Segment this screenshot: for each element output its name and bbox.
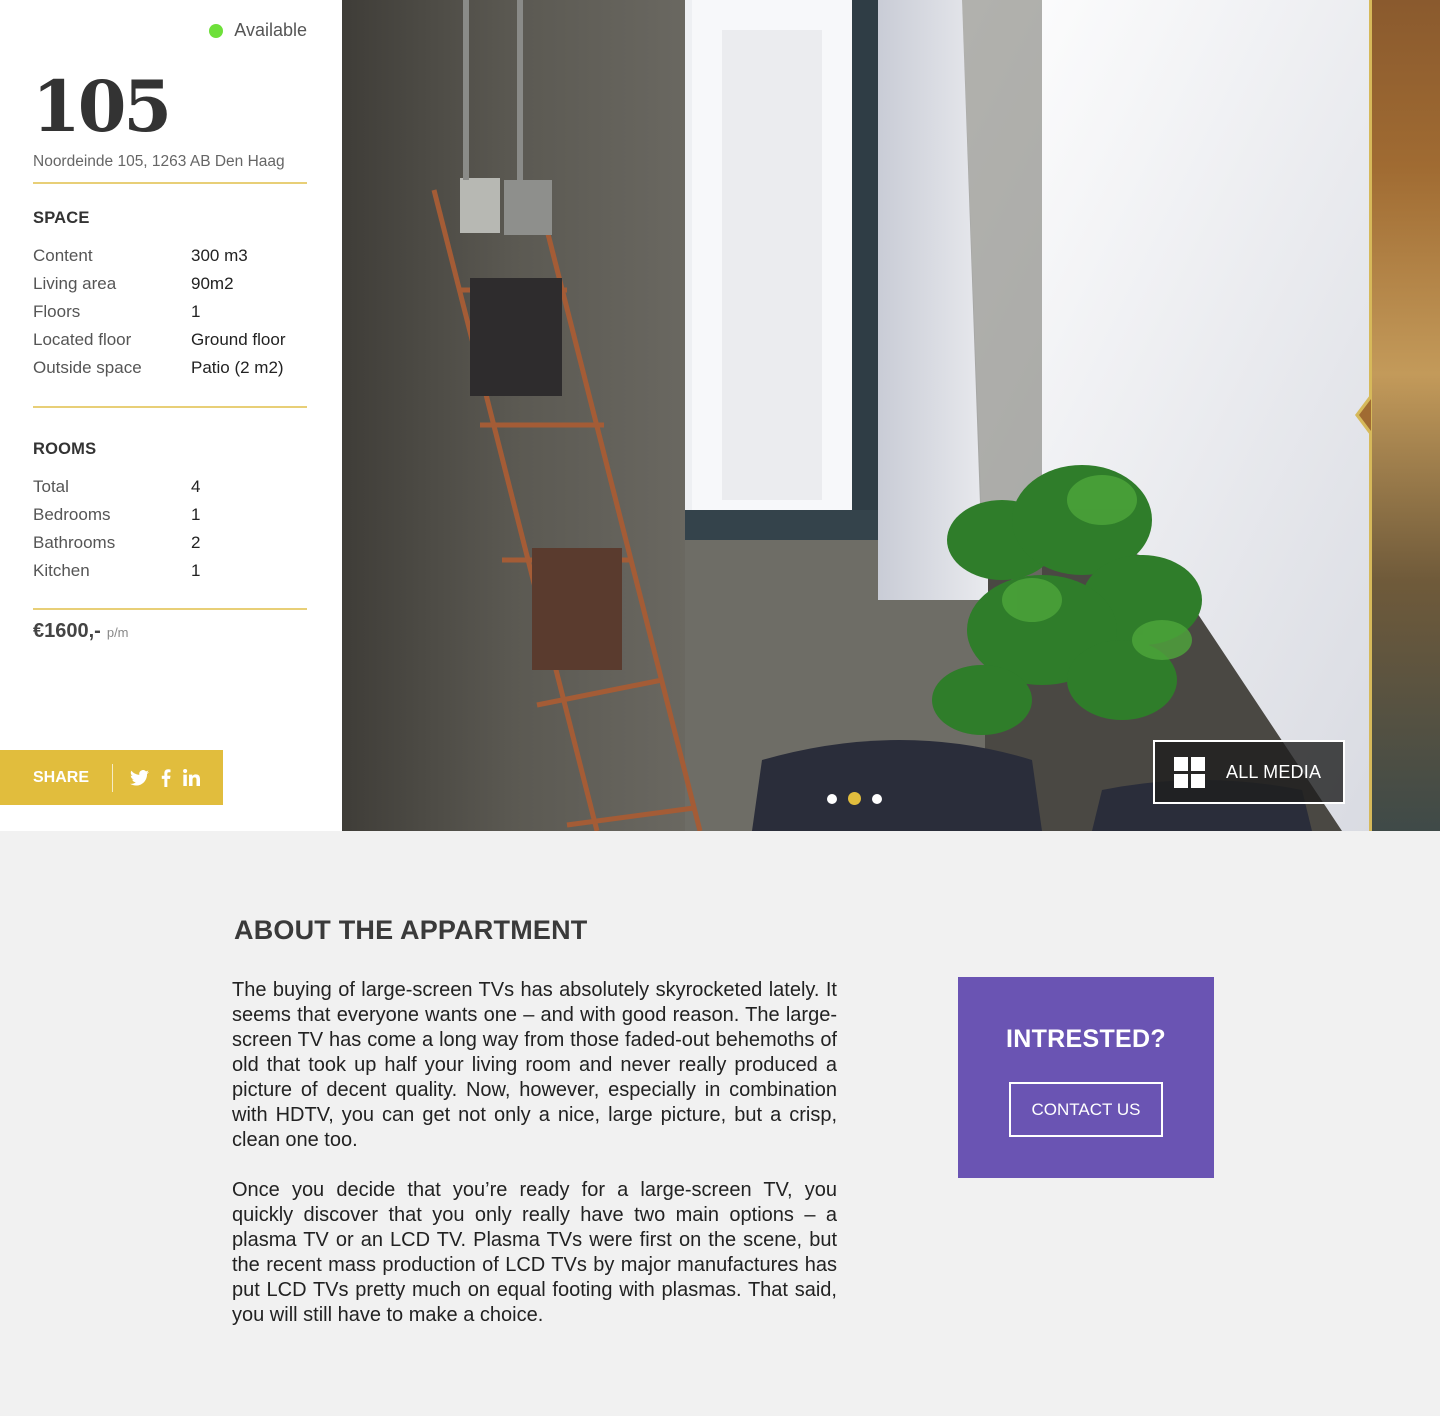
space-row: Floors 1 <box>33 298 307 326</box>
rooms-value: 1 <box>191 505 201 524</box>
rooms-row: Bathrooms 2 <box>33 529 307 557</box>
rooms-label: Kitchen <box>33 561 90 580</box>
space-label: Outside space <box>33 358 142 377</box>
share-icons <box>130 768 200 787</box>
rooms-value: 1 <box>191 561 201 580</box>
price: €1600,- p/m <box>33 620 129 643</box>
chevron-left-icon[interactable] <box>1355 395 1371 435</box>
status-label: Available <box>234 20 307 40</box>
next-image-preview[interactable] <box>1355 0 1440 831</box>
space-label: Floors <box>33 302 81 321</box>
all-media-button[interactable]: ALL MEDIA <box>1153 740 1345 804</box>
cta-title: INTRESTED? <box>1006 1025 1166 1053</box>
rooms-row: Bedrooms 1 <box>33 501 307 529</box>
price-unit: p/m <box>106 625 129 640</box>
space-value: Ground floor <box>191 330 286 349</box>
divider <box>33 406 307 408</box>
space-value: 90m2 <box>191 274 234 293</box>
rooms-value: 2 <box>191 533 201 552</box>
about-paragraph: Once you decide that you’re ready for a … <box>232 1179 837 1326</box>
price-amount: €1600,- <box>33 620 101 642</box>
rooms-label: Bedrooms <box>33 505 111 524</box>
address: Noordeinde 105, 1263 AB Den Haag <box>33 153 285 170</box>
space-label: Content <box>33 246 93 265</box>
listing-header: Available 105 Noordeinde 105, 1263 AB De… <box>0 0 1440 831</box>
about-description: The buying of large-screen TVs has absol… <box>232 978 837 1364</box>
rooms-label: Total <box>33 477 69 496</box>
space-section-title: SPACE <box>33 209 90 227</box>
slide-dot[interactable] <box>827 793 837 804</box>
space-row: Outside space Patio (2 m2) <box>33 354 307 382</box>
rooms-row: Total 4 <box>33 473 307 501</box>
twitter-icon[interactable] <box>130 769 149 786</box>
all-media-label: ALL MEDIA <box>1226 761 1322 782</box>
slide-dot-active[interactable] <box>848 792 861 805</box>
about-title: ABOUT THE APPARTMENT <box>234 915 588 945</box>
status-dot-icon <box>209 23 224 38</box>
space-label: Located floor <box>33 330 132 349</box>
about-paragraph: The buying of large-screen TVs has absol… <box>232 979 837 1151</box>
space-row: Content 300 m3 <box>33 242 307 270</box>
rooms-row: Kitchen 1 <box>33 557 307 585</box>
image-gallery[interactable]: ALL MEDIA <box>342 0 1440 831</box>
rooms-section-title: ROOMS <box>33 440 97 458</box>
share-label: SHARE <box>33 768 90 786</box>
space-label: Living area <box>33 274 117 293</box>
rooms-label: Bathrooms <box>33 533 116 552</box>
space-value: 1 <box>191 302 201 321</box>
space-value: 300 m3 <box>191 246 248 265</box>
space-row: Living area 90m2 <box>33 270 307 298</box>
slide-indicators <box>827 792 882 805</box>
contact-us-button[interactable]: CONTACT US <box>1009 1082 1163 1137</box>
grid-icon <box>1174 756 1205 788</box>
space-row: Located floor Ground floor <box>33 326 307 354</box>
availability-status: Available <box>209 20 307 41</box>
divider <box>33 182 307 184</box>
unit-number: 105 <box>32 65 172 148</box>
linkedin-icon[interactable] <box>183 769 200 786</box>
apartment-photo <box>342 0 1372 831</box>
listing-sidebar: Available 105 Noordeinde 105, 1263 AB De… <box>0 0 342 831</box>
rooms-table: Total 4 Bedrooms 1 Bathrooms 2 Kitchen 1 <box>33 473 307 585</box>
rooms-value: 4 <box>191 477 201 496</box>
divider <box>33 608 307 610</box>
interest-panel: INTRESTED? CONTACT US <box>958 977 1214 1178</box>
facebook-icon[interactable] <box>161 768 171 787</box>
share-divider <box>112 763 113 792</box>
space-value: Patio (2 m2) <box>191 358 284 377</box>
space-table: Content 300 m3 Living area 90m2 Floors 1 Lo… <box>33 242 307 382</box>
share-bar: SHARE <box>0 750 223 805</box>
slide-dot[interactable] <box>872 793 882 804</box>
